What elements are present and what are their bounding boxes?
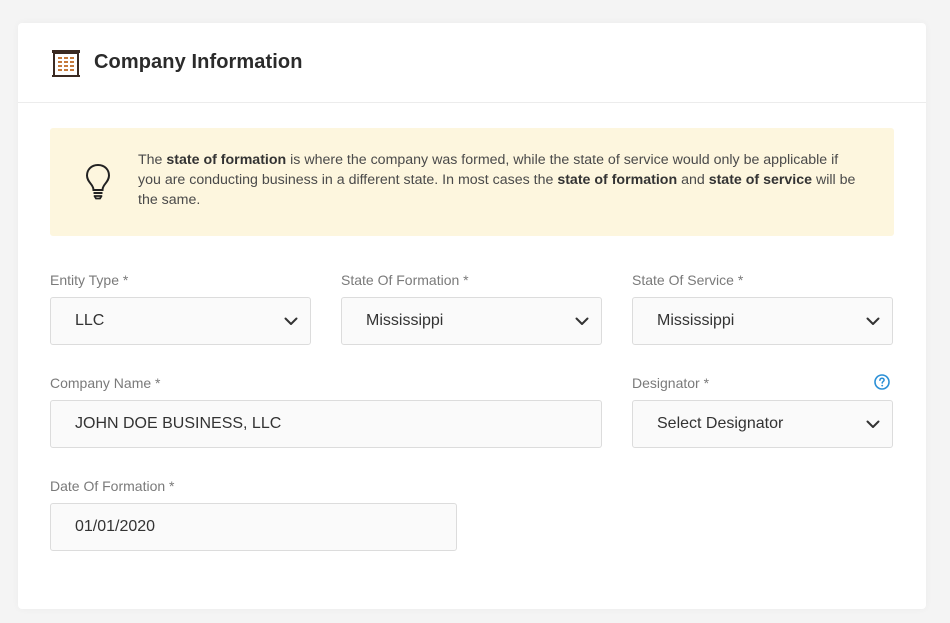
page-title: Company Information [94, 51, 303, 73]
entity-type-select[interactable]: LLC [50, 297, 311, 345]
info-text: The state of formation is where the comp… [138, 152, 856, 208]
date-of-formation-input[interactable]: 01/01/2020 [50, 503, 457, 551]
company-information-card: Company Information The state of formati… [18, 23, 926, 609]
chevron-down-icon [575, 314, 589, 328]
designator-select[interactable]: Select Designator [632, 400, 893, 448]
state-of-formation-select[interactable]: Mississippi [341, 297, 602, 345]
chevron-down-icon [866, 314, 880, 328]
date-of-formation-label: Date Of Formation * [50, 478, 175, 494]
entity-type-label: Entity Type * [50, 272, 129, 288]
help-circle-icon[interactable] [874, 374, 890, 390]
designator-value: Select Designator [657, 415, 784, 432]
entity-type-value: LLC [75, 312, 105, 329]
state-of-formation-value: Mississippi [366, 312, 444, 329]
info-callout: The state of formation is where the comp… [50, 128, 894, 236]
lightbulb-icon [84, 162, 112, 200]
chevron-down-icon [284, 314, 298, 328]
state-of-service-label: State Of Service * [632, 272, 744, 288]
chevron-down-icon [866, 417, 880, 431]
company-name-value: JOHN DOE BUSINESS, LLC [75, 415, 282, 432]
company-name-input[interactable]: JOHN DOE BUSINESS, LLC [50, 400, 602, 448]
date-of-formation-value: 01/01/2020 [75, 518, 156, 535]
state-of-service-select[interactable]: Mississippi [632, 297, 893, 345]
state-of-service-value: Mississippi [657, 312, 735, 329]
card-header: Company Information [18, 23, 926, 103]
state-of-formation-label: State Of Formation * [341, 272, 469, 288]
building-icon [50, 47, 82, 79]
designator-label: Designator * [632, 375, 710, 391]
company-name-label: Company Name * [50, 375, 161, 391]
